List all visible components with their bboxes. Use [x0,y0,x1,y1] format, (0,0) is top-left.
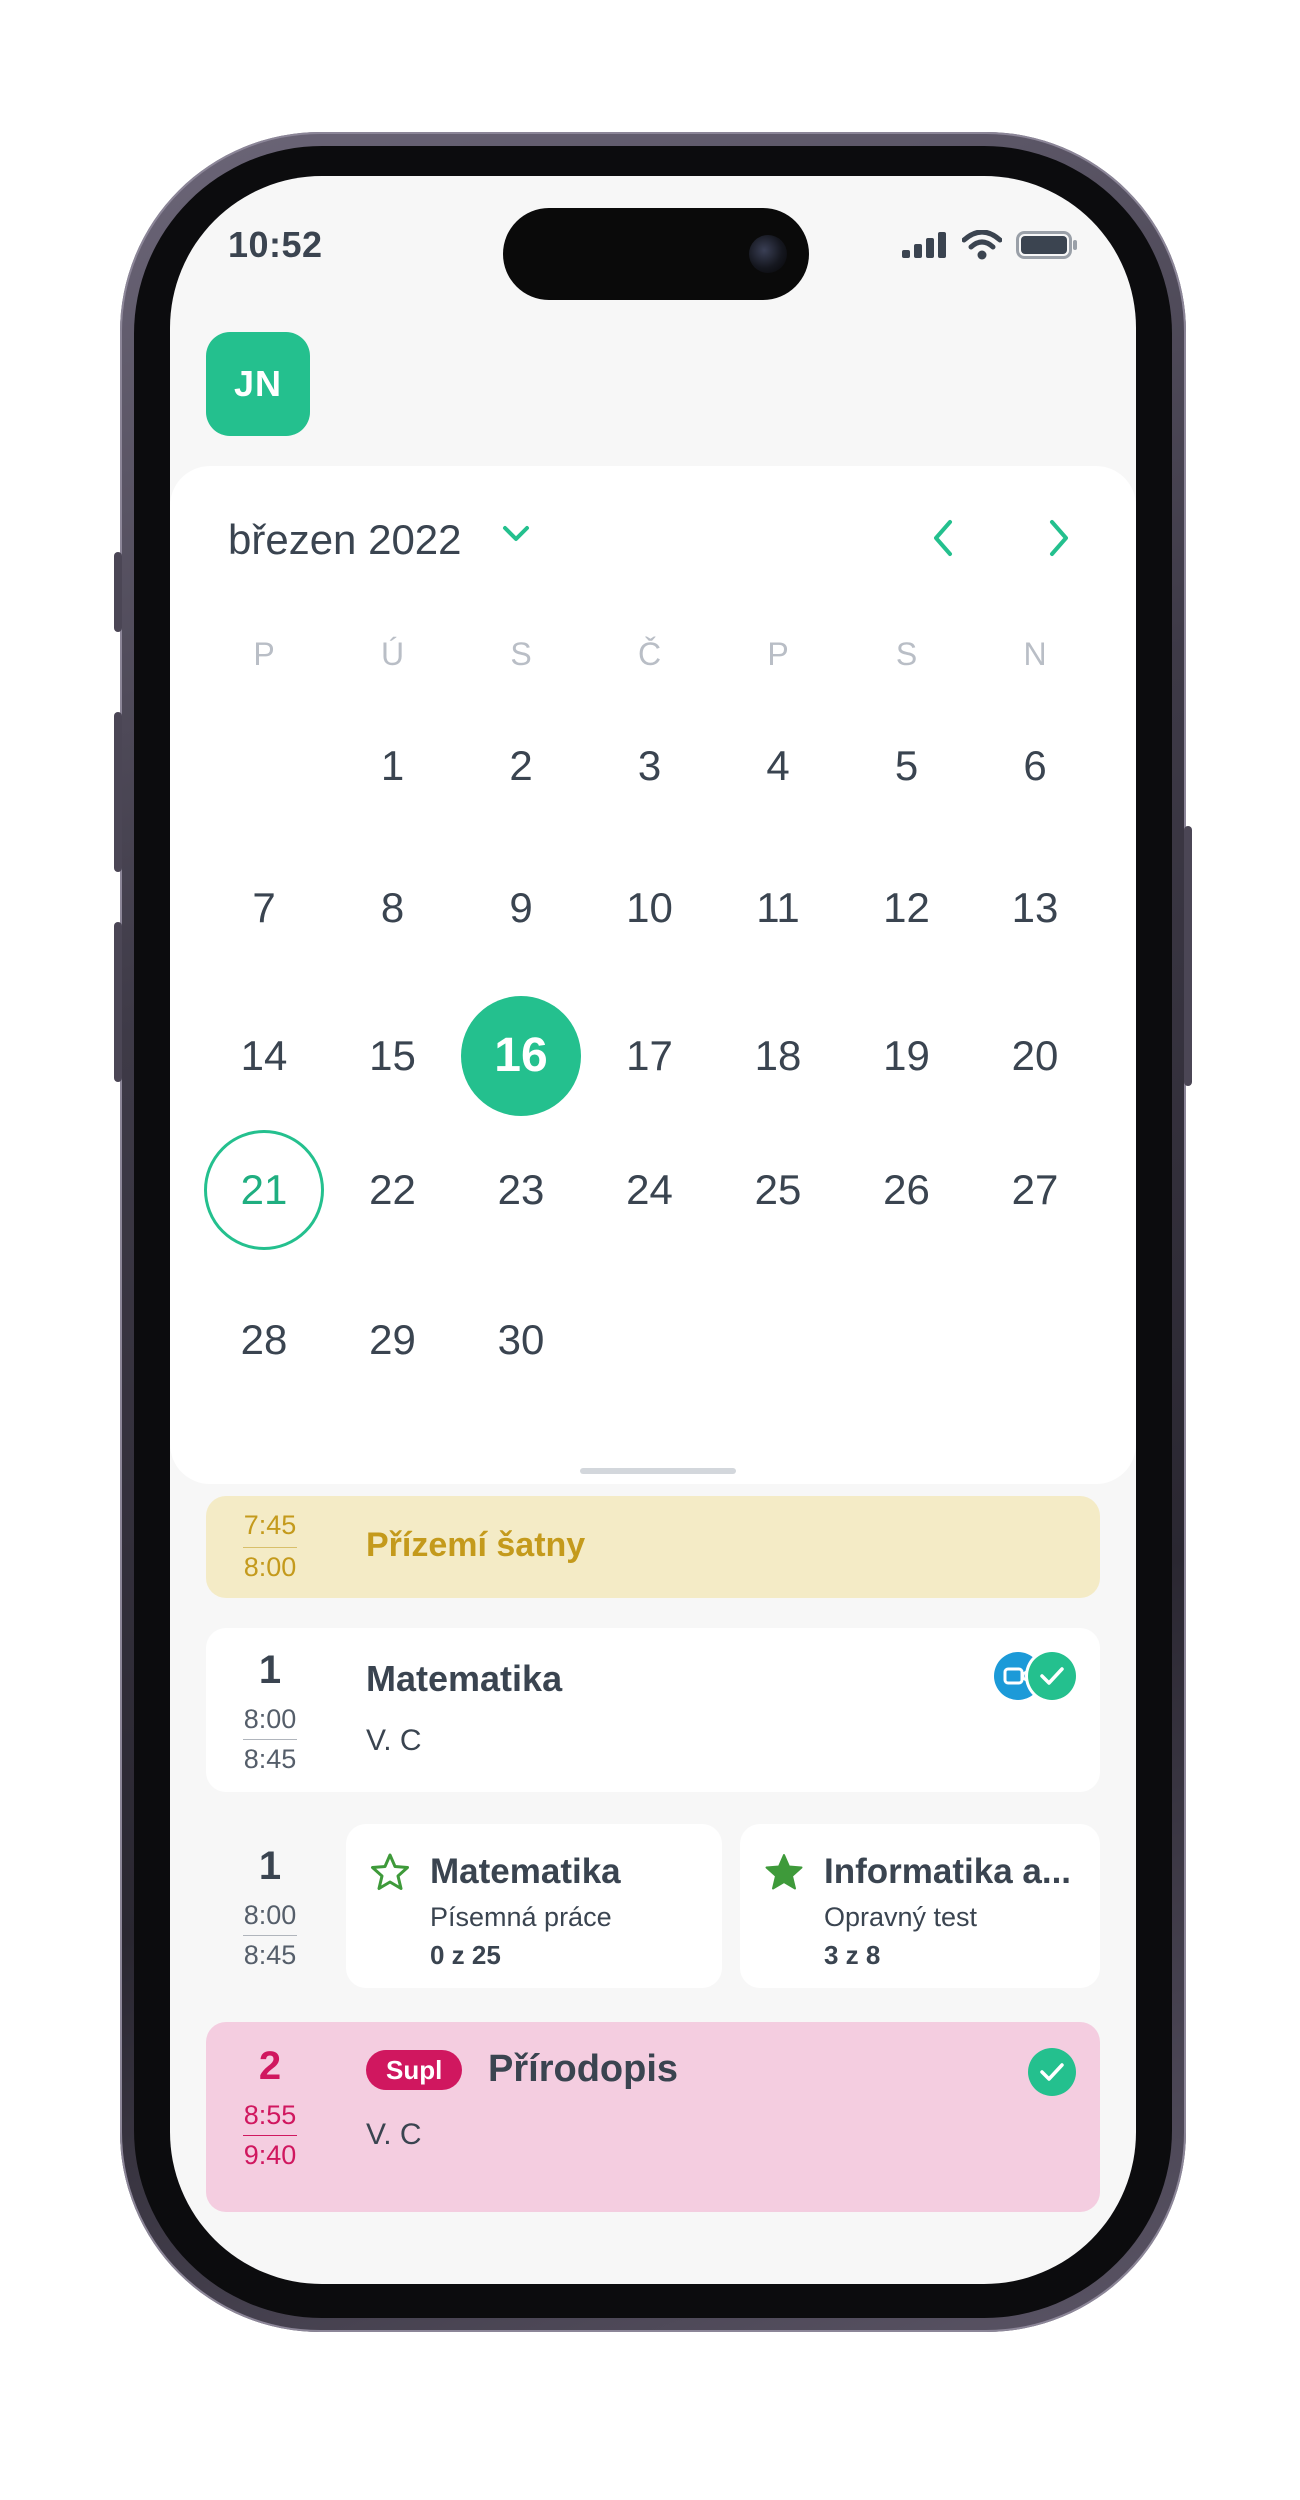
calendar-day[interactable]: 25 [718,1130,838,1250]
lesson-number: 2 [258,2044,282,2088]
battery-icon [1016,231,1077,259]
task-subject: Matematika [430,1852,621,1891]
chevron-down-icon[interactable] [500,522,532,546]
event-title: Přízemí šatny [366,1526,586,1564]
calendar-day[interactable]: 20 [975,996,1095,1116]
lesson-time-end: 9:40 [243,2140,297,2170]
calendar-day[interactable]: 16 [461,996,581,1116]
lesson-title: Přírodopis [488,2048,679,2090]
time-divider [243,2135,297,2136]
calendar-day[interactable]: 6 [975,706,1095,826]
calendar-day[interactable]: 30 [461,1280,581,1400]
calendar-day[interactable]: 8 [333,848,453,968]
lesson-number: 1 [258,1648,282,1692]
task-lesson-time-start: 8:00 [243,1900,297,1930]
calendar-day[interactable]: 10 [590,848,710,968]
check-icon [1028,1652,1076,1700]
calendar-day[interactable]: 1 [333,706,453,826]
lesson-time-start: 8:00 [243,1704,297,1734]
task-progress: 0 z 25 [430,1940,501,1970]
time-divider [243,1547,297,1548]
check-icon [1028,2048,1076,2096]
calendar-day[interactable]: 15 [333,996,453,1116]
calendar-day[interactable]: 28 [204,1280,324,1400]
lesson-time-start: 8:55 [243,2100,297,2130]
volume-up-button [114,712,122,872]
time-divider [243,1935,297,1936]
lesson-card-biology[interactable]: 2 8:55 9:40 Supl Přírodopis V. C [206,2022,1100,2212]
weekday-label: N [1023,636,1047,672]
status-time: 10:52 [228,224,323,265]
power-button [1184,826,1192,1086]
weekday-label: P [253,636,275,672]
substitute-badge: Supl [366,2050,463,2090]
calendar-day[interactable]: 2 [461,706,581,826]
calendar-day[interactable]: 5 [847,706,967,826]
task-card-informatics[interactable]: Informatika a... Opravný test 3 z 8 [740,1824,1100,1988]
lesson-title: Matematika [366,1658,563,1699]
calendar-day[interactable]: 11 [718,848,838,968]
task-type: Písemná práce [430,1902,612,1932]
calendar-day[interactable]: 26 [847,1130,967,1250]
calendar-day[interactable]: 12 [847,848,967,968]
event-card-cloakroom[interactable]: 7:45 8:00 Přízemí šatny [206,1496,1100,1598]
previous-month-button[interactable] [922,514,966,562]
volume-down-button [114,922,122,1082]
next-month-button[interactable] [1036,514,1080,562]
calendar-day[interactable]: 9 [461,848,581,968]
calendar-day[interactable]: 27 [975,1130,1095,1250]
calendar-day[interactable]: 22 [333,1130,453,1250]
weekday-label: S [895,636,918,672]
lesson-room: V. C [366,1724,422,1757]
calendar-day[interactable]: 7 [204,848,324,968]
lesson-time-end: 8:45 [243,1744,297,1774]
task-lesson-time-end: 8:45 [243,1940,297,1970]
drag-handle[interactable] [580,1468,736,1474]
lesson-room: V. C [366,2118,422,2151]
weekday-label: P [767,636,789,672]
calendar-day[interactable]: 24 [590,1130,710,1250]
task-card-math[interactable]: Matematika Písemná práce 0 z 25 [346,1824,722,1988]
task-progress: 3 z 8 [824,1940,881,1970]
phone-screen: 10:52 JN březen 2022 P Ú S Č P S N 1 2 3… [170,176,1136,2284]
calendar-day[interactable]: 17 [590,996,710,1116]
task-type: Opravný test [824,1902,978,1932]
calendar-day[interactable]: 13 [975,848,1095,968]
task-subject: Informatika a... [824,1852,1072,1891]
calendar-day[interactable]: 23 [461,1130,581,1250]
dynamic-island [503,208,809,300]
event-time-start: 7:45 [243,1510,297,1540]
calendar-day[interactable]: 3 [590,706,710,826]
event-time-end: 8:00 [243,1552,297,1582]
user-avatar[interactable]: JN [206,332,310,436]
cellular-signal-icon [902,232,946,258]
calendar-day[interactable]: 19 [847,996,967,1116]
time-divider [243,1739,297,1740]
mute-switch [114,552,122,632]
lesson-card-math[interactable]: 1 8:00 8:45 Matematika V. C [206,1628,1100,1792]
weekday-label: S [510,636,532,672]
front-camera [749,235,787,273]
calendar-day[interactable]: 21 [204,1130,324,1250]
wifi-icon [962,230,1002,260]
task-lesson-number: 1 [258,1844,282,1888]
calendar-day[interactable]: 29 [333,1280,453,1400]
calendar-day[interactable]: 14 [204,996,324,1116]
month-selector[interactable]: březen 2022 [228,516,462,564]
star-outline-icon [371,1853,409,1890]
status-icons [902,230,1078,260]
star-filled-icon [765,1854,803,1890]
calendar-card: březen 2022 PÚSČPSN 1 2 3 4 5 6 7 8 9 10 11 12 13 14 1… [170,466,1136,1484]
calendar-day[interactable]: 18 [718,996,838,1116]
weekday-label: Č [637,636,662,672]
calendar-day[interactable]: 4 [718,706,838,826]
weekday-label: Ú [380,636,405,672]
